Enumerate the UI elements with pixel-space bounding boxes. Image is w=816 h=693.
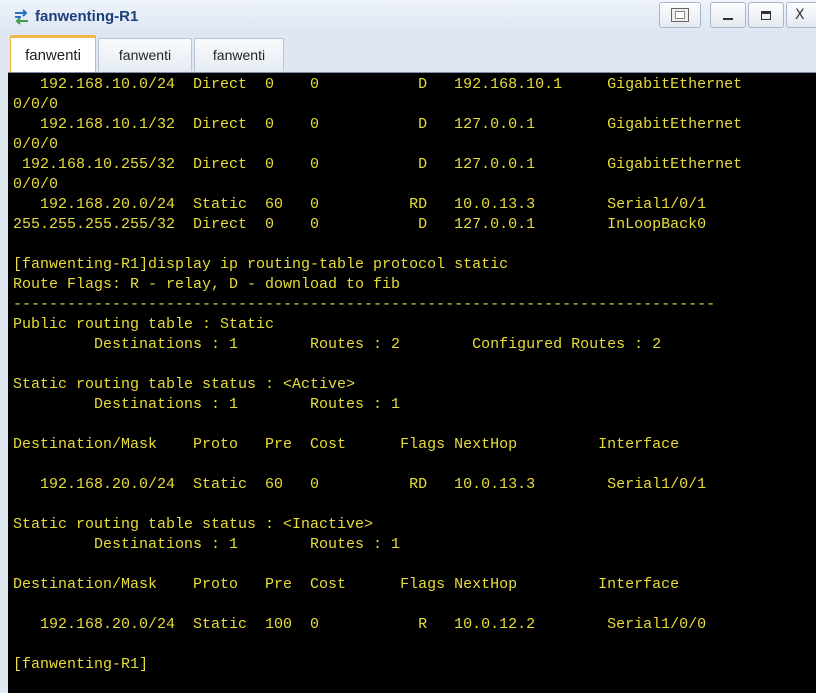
console-line: Static routing table status : <Active> (13, 376, 356, 393)
console-line: Destination/Mask Proto Pre Cost Flags Ne… (13, 436, 680, 453)
minimize-icon (723, 18, 733, 20)
console-line: 192.168.20.0/24 Static 100 0 R 10.0.12.2… (13, 616, 707, 633)
console-line: 192.168.20.0/24 Static 60 0 RD 10.0.13.3… (13, 196, 707, 213)
console-line: 0/0/0 (13, 136, 59, 153)
window-title: fanwenting-R1 (35, 8, 139, 25)
tab-bar: fanwenti fanwenti fanwenti (0, 34, 816, 72)
terminal-window: fanwenting-R1 X fanwenti fanwenti fanwen… (0, 0, 816, 693)
console-text: 192.168.10.0/24 Direct 0 0 D 192.168.10.… (13, 75, 816, 675)
tab-label: fanwenti (25, 46, 81, 64)
console-line: Destinations : 1 Routes : 2 Configured R… (13, 336, 662, 353)
tab-label: fanwenti (212, 47, 266, 63)
console-line: Public routing table : Static (13, 316, 275, 333)
console-line: [fanwenting-R1] (13, 656, 149, 673)
close-icon: X (795, 7, 805, 23)
restore-icon (671, 8, 689, 22)
console-line: Destination/Mask Proto Pre Cost Flags Ne… (13, 576, 680, 593)
maximize-icon (761, 10, 771, 20)
console-line: Destinations : 1 Routes : 1 (13, 536, 401, 553)
console-line: 192.168.20.0/24 Static 60 0 RD 10.0.13.3… (13, 476, 707, 493)
console-line: Static routing table status : <Inactive> (13, 516, 374, 533)
console-line: 192.168.10.0/24 Direct 0 0 D 192.168.10.… (13, 76, 743, 93)
console-line: ----------------------------------------… (13, 296, 716, 313)
console-line: 192.168.10.1/32 Direct 0 0 D 127.0.0.1 G… (13, 116, 743, 133)
console-line: Route Flags: R - relay, D - download to … (13, 276, 401, 293)
router-app-icon (13, 9, 30, 26)
console-line: 0/0/0 (13, 176, 59, 193)
console-line: Destinations : 1 Routes : 1 (13, 396, 401, 413)
tab-session-1[interactable]: fanwenti (10, 35, 96, 72)
maximize-button[interactable] (748, 2, 784, 28)
restore-button[interactable] (659, 2, 701, 28)
tab-session-2[interactable]: fanwenti (98, 38, 192, 71)
tab-session-3[interactable]: fanwenti (194, 38, 284, 71)
console-line: 192.168.10.255/32 Direct 0 0 D 127.0.0.1… (13, 156, 743, 173)
console-line: [fanwenting-R1]display ip routing-table … (13, 256, 509, 273)
tab-label: fanwenti (118, 47, 172, 63)
close-button[interactable]: X (786, 2, 816, 28)
console-line: 255.255.255.255/32 Direct 0 0 D 127.0.0.… (13, 216, 707, 233)
console-output[interactable]: 192.168.10.0/24 Direct 0 0 D 192.168.10.… (8, 72, 816, 693)
console-line: 0/0/0 (13, 96, 59, 113)
title-bar[interactable]: fanwenting-R1 X (0, 0, 816, 35)
minimize-button[interactable] (710, 2, 746, 28)
